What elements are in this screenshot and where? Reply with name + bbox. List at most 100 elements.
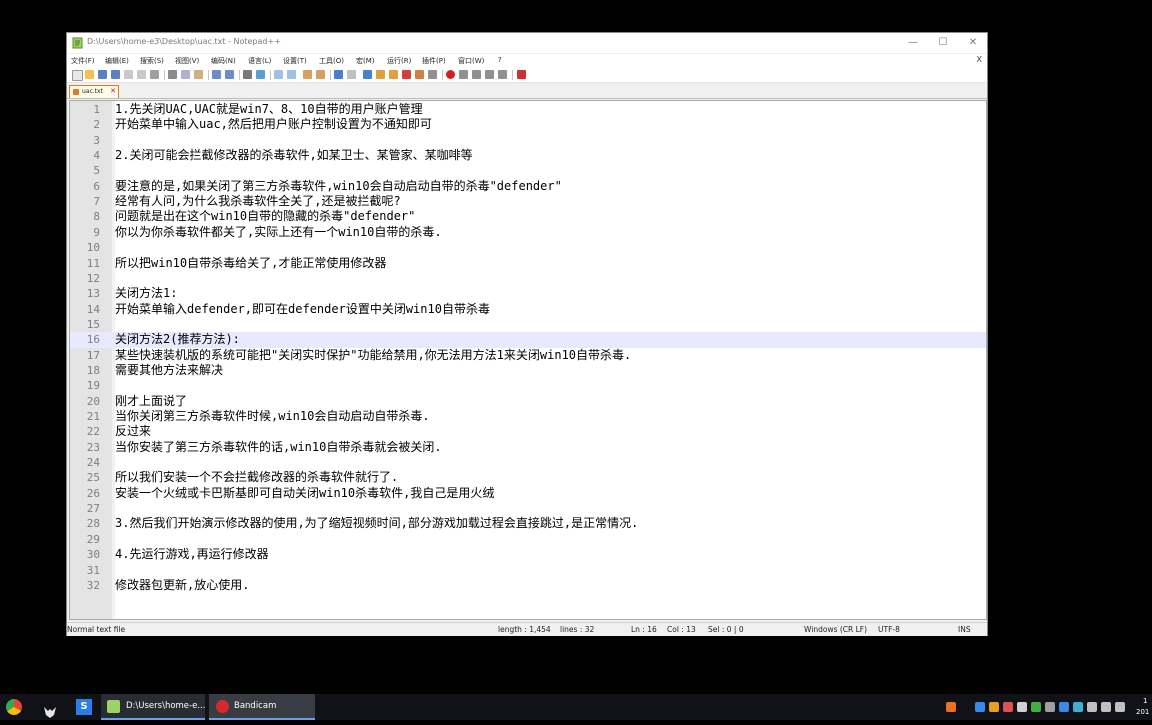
line-text[interactable]: 要注意的是,如果关闭了第三方杀毒软件,win10会自动启动自带的杀毒"defen… bbox=[115, 179, 562, 194]
cut-icon[interactable] bbox=[168, 70, 177, 79]
s-app-icon[interactable]: S bbox=[76, 699, 92, 715]
tray-app-icon[interactable] bbox=[1003, 702, 1013, 712]
close-button[interactable]: ✕ bbox=[959, 35, 987, 51]
find-icon[interactable] bbox=[243, 70, 252, 79]
monitoring-icon[interactable] bbox=[428, 70, 437, 79]
undo-icon[interactable] bbox=[212, 70, 221, 79]
editor-line[interactable]: 24 bbox=[70, 455, 986, 470]
status-encoding[interactable]: UTF-8 bbox=[878, 625, 900, 634]
editor-line[interactable]: 28 3.然后我们开始演示修改器的使用,为了缩短视频时间,部分游戏加载过程会直接跳… bbox=[70, 516, 986, 531]
record-macro-icon[interactable] bbox=[446, 70, 455, 79]
tray-app-icon[interactable] bbox=[946, 702, 956, 712]
text-editor[interactable]: 1 1.先关闭UAC,UAC就是win7、8、10自带的用户账户管理 2 开始菜单中输… bbox=[69, 100, 987, 620]
tray-app-icon[interactable] bbox=[1073, 702, 1083, 712]
line-text[interactable]: 你以为你杀毒软件都关了,实际上还有一个win10自带的杀毒. bbox=[115, 225, 442, 240]
zoom-in-icon[interactable] bbox=[274, 70, 283, 79]
menu-tools[interactable]: 工具(O) bbox=[319, 56, 344, 66]
play-macro-icon[interactable] bbox=[472, 70, 481, 79]
editor-line[interactable]: 8 问题就是出在这个win10自带的隐藏的杀毒"defender" bbox=[70, 209, 986, 224]
chrome-icon[interactable] bbox=[6, 699, 22, 715]
editor-line[interactable]: 18 需要其他方法来解决 bbox=[70, 363, 986, 378]
line-text[interactable]: 4.先运行游戏,再运行修改器 bbox=[115, 547, 269, 562]
menu-help[interactable]: ? bbox=[498, 56, 502, 64]
tab-uac-txt[interactable]: uac.txt ✕ bbox=[69, 85, 119, 98]
editor-line[interactable]: 3 bbox=[70, 133, 986, 148]
status-insert-mode[interactable]: INS bbox=[958, 625, 971, 634]
save-all-icon[interactable] bbox=[111, 70, 120, 79]
editor-line[interactable]: 15 bbox=[70, 317, 986, 332]
new-file-icon[interactable] bbox=[72, 70, 83, 81]
line-text[interactable]: 关闭方法1: bbox=[115, 286, 177, 301]
line-text[interactable]: 反过来 bbox=[115, 424, 151, 439]
editor-line[interactable]: 12 bbox=[70, 271, 986, 286]
line-text[interactable]: 安装一个火绒或卡巴斯基即可自动关闭win10杀毒软件,我自己是用火绒 bbox=[115, 486, 494, 501]
editor-line[interactable]: 1 1.先关闭UAC,UAC就是win7、8、10自带的用户账户管理 bbox=[70, 102, 986, 117]
title-bar[interactable]: D:\Users\home-e3\Desktop\uac.txt - Notep… bbox=[67, 33, 987, 53]
close-file-icon[interactable] bbox=[124, 70, 133, 79]
menu-run[interactable]: 运行(R) bbox=[387, 56, 411, 66]
editor-line[interactable]: 31 bbox=[70, 563, 986, 578]
line-text[interactable]: 问题就是出在这个win10自带的隐藏的杀毒"defender" bbox=[115, 209, 415, 224]
tray-app-icon[interactable] bbox=[989, 702, 999, 712]
editor-line[interactable]: 7 经常有人问,为什么我杀毒软件全关了,还是被拦截呢? bbox=[70, 194, 986, 209]
folder-workspace-icon[interactable] bbox=[415, 70, 424, 79]
paste-icon[interactable] bbox=[194, 70, 203, 79]
save-icon[interactable] bbox=[98, 70, 107, 79]
indent-guide-icon[interactable] bbox=[363, 70, 372, 79]
menu-view[interactable]: 视图(V) bbox=[175, 56, 199, 66]
editor-line[interactable]: 27 bbox=[70, 501, 986, 516]
clock-date[interactable]: 201 bbox=[1136, 708, 1149, 716]
editor-line[interactable]: 30 4.先运行游戏,再运行修改器 bbox=[70, 547, 986, 562]
editor-line[interactable]: 23 当你安装了第三方杀毒软件的话,win10自带杀毒就会被关闭. bbox=[70, 440, 986, 455]
editor-line[interactable]: 4 2.关闭可能会拦截修改器的杀毒软件,如某卫士、某管家、某咖啡等 bbox=[70, 148, 986, 163]
open-file-icon[interactable] bbox=[85, 70, 94, 79]
editor-line[interactable]: 11 所以把win10自带杀毒给关了,才能正常使用修改器 bbox=[70, 256, 986, 271]
tray-app-icon[interactable] bbox=[1059, 702, 1069, 712]
fox-app-icon[interactable] bbox=[42, 699, 58, 725]
status-eol[interactable]: Windows (CR LF) bbox=[804, 625, 867, 634]
tray-app-icon[interactable] bbox=[975, 702, 985, 712]
editor-line[interactable]: 13 关闭方法1: bbox=[70, 286, 986, 301]
sync-vertical-icon[interactable] bbox=[303, 70, 312, 79]
line-text[interactable]: 开始菜单输入defender,即可在defender设置中关闭win10自带杀毒 bbox=[115, 302, 490, 317]
tray-app-icon[interactable] bbox=[1017, 702, 1027, 712]
editor-line[interactable]: 26 安装一个火绒或卡巴斯基即可自动关闭win10杀毒软件,我自己是用火绒 bbox=[70, 486, 986, 501]
line-text[interactable]: 所以把win10自带杀毒给关了,才能正常使用修改器 bbox=[115, 256, 386, 271]
line-text[interactable]: 需要其他方法来解决 bbox=[115, 363, 223, 378]
line-text[interactable]: 刚才上面说了 bbox=[115, 394, 187, 409]
function-list-icon[interactable] bbox=[402, 70, 411, 79]
menu-file[interactable]: 文件(F) bbox=[71, 56, 95, 66]
show-all-chars-icon[interactable] bbox=[347, 70, 356, 79]
editor-line[interactable]: 2 开始菜单中输入uac,然后把用户账户控制设置为不通知即可 bbox=[70, 117, 986, 132]
line-text[interactable]: 1.先关闭UAC,UAC就是win7、8、10自带的用户账户管理 bbox=[115, 102, 423, 117]
line-text[interactable]: 所以我们安装一个不会拦截修改器的杀毒软件就行了. bbox=[115, 470, 398, 485]
menu-edit[interactable]: 编辑(E) bbox=[105, 56, 129, 66]
copy-icon[interactable] bbox=[181, 70, 190, 79]
line-text[interactable]: 当你安装了第三方杀毒软件的话,win10自带杀毒就会被关闭. bbox=[115, 440, 442, 455]
menu-settings[interactable]: 设置(T) bbox=[283, 56, 307, 66]
redo-icon[interactable] bbox=[225, 70, 234, 79]
editor-line[interactable]: 19 bbox=[70, 378, 986, 393]
stop-macro-icon[interactable] bbox=[459, 70, 468, 79]
tray-app-icon[interactable] bbox=[1031, 702, 1041, 712]
line-text[interactable]: 关闭方法2(推荐方法): bbox=[115, 332, 240, 347]
editor-line[interactable]: 32 修改器包更新,放心使用. bbox=[70, 578, 986, 593]
network-icon[interactable] bbox=[1101, 702, 1111, 712]
word-wrap-icon[interactable] bbox=[334, 70, 343, 79]
line-text[interactable]: 3.然后我们开始演示修改器的使用,为了缩短视频时间,部分游戏加载过程会直接跳过,… bbox=[115, 516, 638, 531]
replace-icon[interactable] bbox=[256, 70, 265, 79]
editor-line[interactable]: 10 bbox=[70, 240, 986, 255]
line-text[interactable]: 当你关闭第三方杀毒软件时候,win10会自动启动自带杀毒. bbox=[115, 409, 430, 424]
menu-macro[interactable]: 宏(M) bbox=[356, 56, 375, 66]
battery-icon[interactable] bbox=[1087, 702, 1097, 712]
close-document-icon[interactable]: X bbox=[977, 55, 982, 64]
menu-plugins[interactable]: 插件(P) bbox=[422, 56, 446, 66]
tray-app-icon[interactable] bbox=[1045, 702, 1055, 712]
editor-line[interactable]: 20 刚才上面说了 bbox=[70, 394, 986, 409]
user-language-icon[interactable] bbox=[376, 70, 385, 79]
editor-line[interactable]: 16 关闭方法2(推荐方法): bbox=[70, 332, 986, 348]
line-text[interactable]: 修改器包更新,放心使用. bbox=[115, 578, 249, 593]
close-all-icon[interactable] bbox=[137, 70, 146, 79]
line-text[interactable]: 开始菜单中输入uac,然后把用户账户控制设置为不通知即可 bbox=[115, 117, 432, 132]
print-icon[interactable] bbox=[150, 70, 159, 79]
